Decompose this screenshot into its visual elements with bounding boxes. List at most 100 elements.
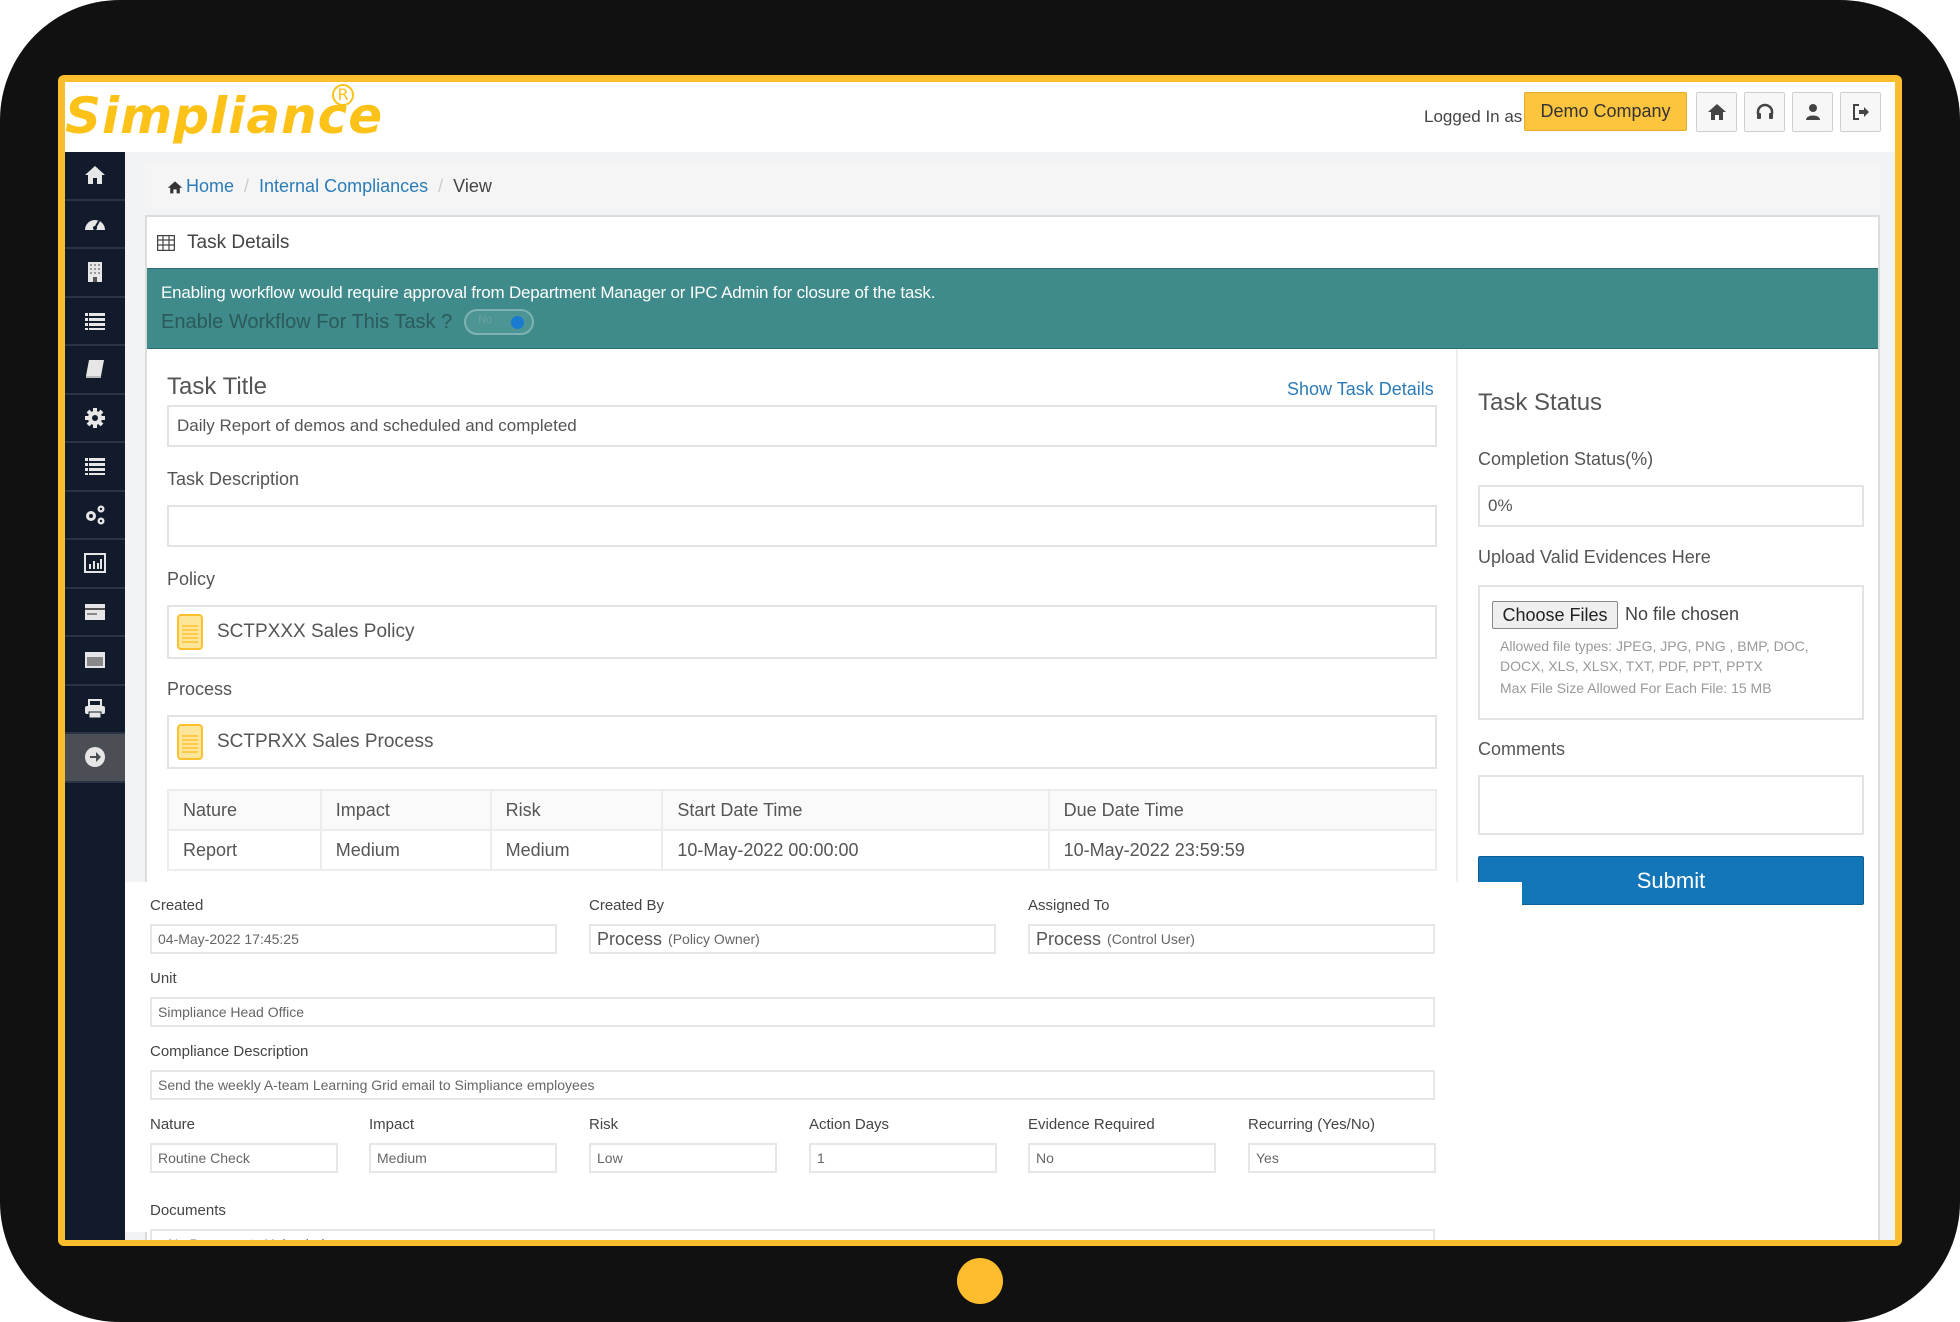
- sidebar-item-settings[interactable]: [65, 395, 125, 443]
- nature-field[interactable]: Routine Check: [150, 1143, 338, 1173]
- panel-header: Task Details: [147, 217, 1878, 268]
- comments-input[interactable]: [1478, 775, 1864, 835]
- column-header: Due Date Time: [1047, 789, 1438, 831]
- evidence-required-field[interactable]: No: [1028, 1143, 1216, 1173]
- assigned-to-name: Process: [1036, 928, 1102, 949]
- evidence-required-label: Evidence Required: [1028, 1116, 1155, 1133]
- workflow-question-row: Enable Workflow For This Task ? No: [161, 309, 1864, 335]
- created-by-field[interactable]: Process (Policy Owner): [589, 924, 996, 954]
- unit-label: Unit: [150, 970, 177, 987]
- headset-support-icon: [1756, 103, 1773, 119]
- device-home-button[interactable]: [957, 1258, 1003, 1304]
- document-file-icon: [177, 724, 203, 760]
- column-header: Impact: [319, 789, 492, 831]
- task-description-field[interactable]: [167, 505, 1437, 547]
- table-cell: 10-May-2022 00:00:00: [661, 829, 1050, 871]
- app-screen: Simpliance R Logged In as Demo Company H…: [65, 82, 1895, 1240]
- user-icon: [1805, 104, 1820, 120]
- upload-evidence-box: Choose Files No file chosen Allowed file…: [1478, 585, 1864, 720]
- created-by-name: Process: [597, 928, 663, 949]
- unit-field[interactable]: Simpliance Head Office: [150, 997, 1435, 1027]
- assigned-to-role: (Control User): [1107, 931, 1195, 947]
- comments-label: Comments: [1478, 739, 1566, 759]
- table-cell: Medium: [319, 829, 492, 871]
- task-title-field[interactable]: Daily Report of demos and scheduled and …: [167, 405, 1437, 447]
- table-icon: [157, 234, 175, 251]
- table-cell: Medium: [489, 829, 664, 871]
- task-status-title: Task Status: [1478, 389, 1603, 416]
- gear-icon: [85, 407, 105, 428]
- choose-files-button[interactable]: Choose Files: [1492, 601, 1618, 629]
- completion-status-input[interactable]: 0%: [1478, 485, 1864, 527]
- allowed-types-hint: Allowed file types: JPEG, JPG, PNG , BMP…: [1500, 638, 1809, 654]
- bar-chart-icon: [84, 553, 106, 574]
- sidebar-nav: [65, 152, 125, 1240]
- column-header: Nature: [167, 789, 322, 831]
- header-support-button[interactable]: [1744, 92, 1785, 132]
- risk-field[interactable]: Low: [589, 1143, 777, 1173]
- workflow-message: Enabling workflow would require approval…: [161, 283, 936, 302]
- table-row: Report Medium Medium 10-May-2022 00:00:0…: [167, 829, 1438, 871]
- card-icon: [85, 603, 105, 620]
- sidebar-item-home[interactable]: [65, 152, 125, 201]
- toggle-knob: [511, 316, 525, 329]
- task-schedule-table: Nature Impact Risk Start Date Time Due D…: [167, 789, 1438, 871]
- sidebar-item-cards[interactable]: [65, 589, 125, 637]
- header-logout-button[interactable]: [1840, 92, 1881, 132]
- process-label: Process: [167, 679, 233, 699]
- action-days-field[interactable]: 1: [809, 1143, 997, 1173]
- workflow-toggle[interactable]: No: [464, 309, 535, 335]
- show-task-details-link[interactable]: Show Task Details: [1287, 379, 1434, 400]
- sidebar-item-window[interactable]: [65, 637, 125, 686]
- process-field[interactable]: SCTPRXX Sales Process: [167, 715, 1437, 769]
- building-icon: [88, 262, 102, 283]
- document-file-icon: [177, 614, 203, 650]
- toggle-label: No: [478, 314, 493, 326]
- impact-label: Impact: [369, 1116, 415, 1133]
- assigned-to-field[interactable]: Process (Control User): [1028, 924, 1435, 954]
- compliance-description-label: Compliance Description: [150, 1043, 309, 1060]
- created-label: Created: [150, 897, 204, 914]
- book-icon: [86, 360, 104, 379]
- created-by-role: (Policy Owner): [668, 931, 760, 947]
- no-file-chosen-text: No file chosen: [1625, 604, 1740, 624]
- company-button[interactable]: Demo Company: [1524, 92, 1687, 131]
- process-name: SCTPRXX Sales Process: [217, 731, 434, 752]
- header-user-button[interactable]: [1792, 92, 1833, 132]
- sidebar-item-building[interactable]: [65, 249, 125, 298]
- sidebar-item-dashboard[interactable]: [65, 201, 125, 249]
- task-description-label: Task Description: [167, 469, 300, 489]
- sidebar-item-configuration[interactable]: [65, 492, 125, 540]
- arrow-circle-right-icon: [85, 747, 105, 768]
- panel-title: Task Details: [187, 231, 290, 253]
- home-icon: [1707, 104, 1726, 120]
- policy-field[interactable]: SCTPXXX Sales Policy: [167, 605, 1437, 659]
- breadcrumb-home-link[interactable]: Home: [186, 164, 234, 209]
- list-icon: [85, 312, 105, 330]
- breadcrumb-internal-compliances-link[interactable]: Internal Compliances: [259, 164, 428, 209]
- dashboard-gauge-icon: [85, 219, 105, 230]
- workflow-banner: Enabling workflow would require approval…: [147, 268, 1878, 349]
- sidebar-item-reports[interactable]: [65, 540, 125, 589]
- created-field[interactable]: 04-May-2022 17:45:25: [150, 924, 557, 954]
- gears-icon: [86, 505, 105, 525]
- sidebar-item-list-2[interactable]: [65, 443, 125, 492]
- task-title-label: Task Title: [167, 373, 268, 400]
- sidebar-item-book[interactable]: [65, 346, 125, 395]
- submit-button[interactable]: Submit: [1478, 856, 1864, 905]
- recurring-field[interactable]: Yes: [1248, 1143, 1436, 1173]
- max-size-hint: Max File Size Allowed For Each File: 15 …: [1500, 680, 1772, 696]
- sidebar-item-print[interactable]: [65, 686, 125, 734]
- impact-field[interactable]: Medium: [369, 1143, 557, 1173]
- header-home-button[interactable]: [1696, 92, 1737, 132]
- sidebar-item-next[interactable]: [65, 734, 125, 783]
- risk-label: Risk: [589, 1116, 619, 1133]
- assigned-to-label: Assigned To: [1028, 897, 1110, 914]
- logged-in-label: Logged In as: [1424, 107, 1523, 126]
- workflow-question: Enable Workflow For This Task ?: [161, 310, 453, 333]
- compliance-description-field[interactable]: Send the weekly A-team Learning Grid ema…: [150, 1070, 1435, 1100]
- sidebar-item-list[interactable]: [65, 298, 125, 346]
- task-info-column: Task Title Show Task Details Daily Repor…: [147, 349, 1456, 889]
- action-days-label: Action Days: [809, 1116, 890, 1133]
- policy-label: Policy: [167, 569, 216, 589]
